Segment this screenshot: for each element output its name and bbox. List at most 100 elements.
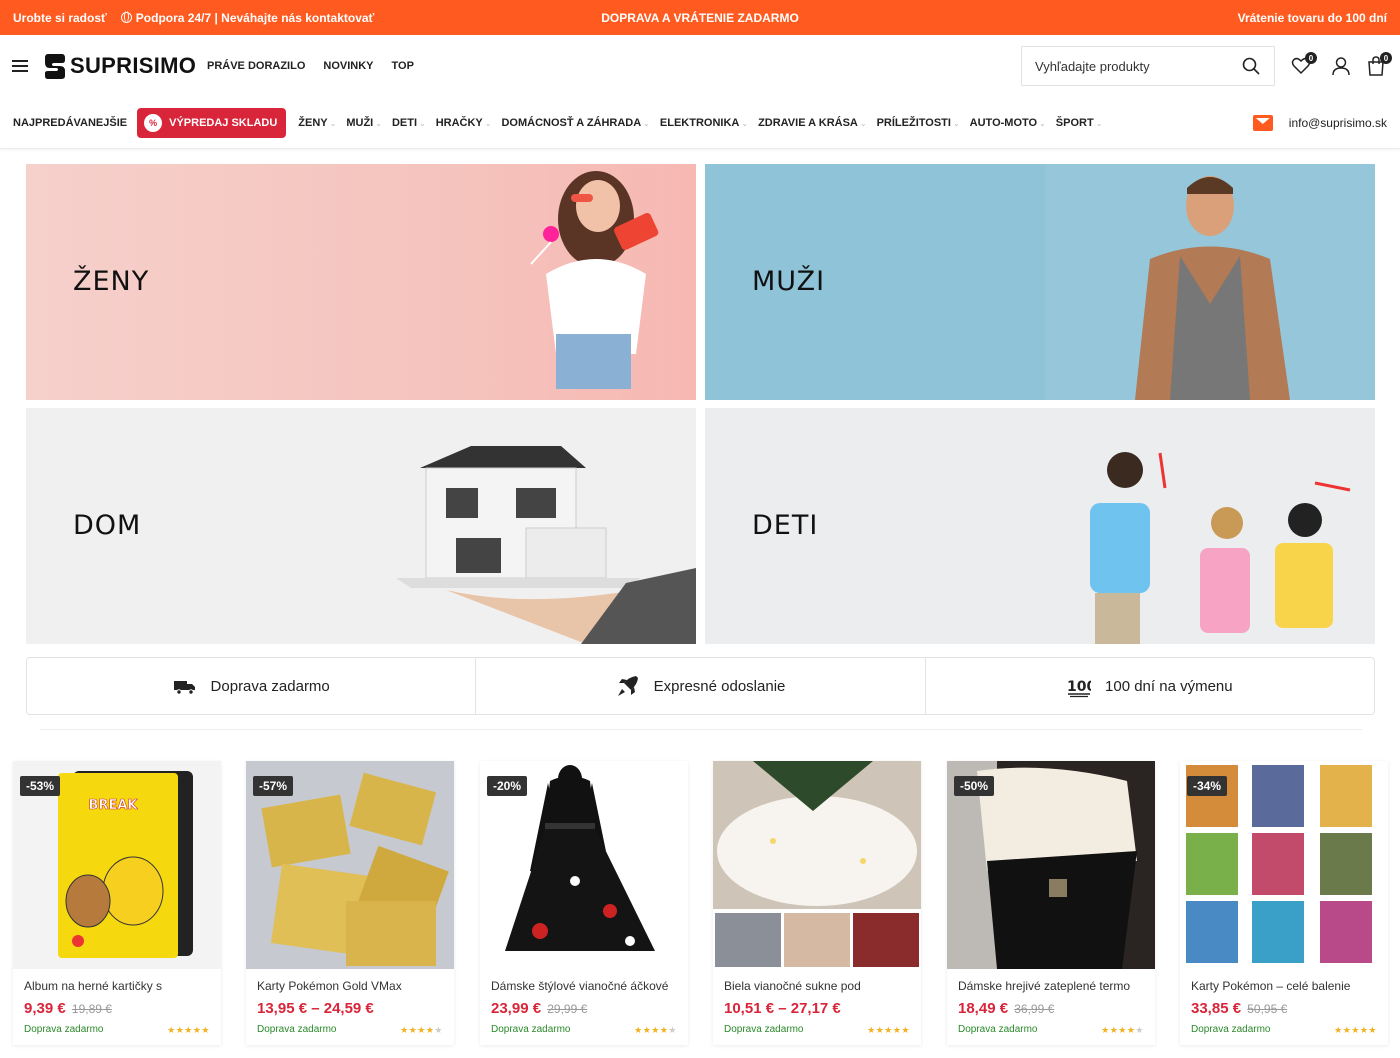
product-card[interactable]: BREAK -53% Album na herné kartičky s 9,3… bbox=[13, 761, 221, 1045]
shipping-label: Doprava zadarmo bbox=[958, 1024, 1038, 1035]
product-name[interactable]: Dámske hrejivé zateplené termo bbox=[958, 979, 1148, 993]
feature-label: 100 dní na výmenu bbox=[1105, 677, 1233, 695]
banner-label: DETI bbox=[752, 510, 819, 541]
wishlist-button[interactable]: 0 bbox=[1291, 52, 1317, 76]
shipping-label: Doprava zadarmo bbox=[24, 1024, 104, 1035]
logo-mark-icon bbox=[45, 54, 65, 79]
product-name[interactable]: Dámske štýlové vianočné áčkové bbox=[491, 979, 681, 993]
product-name[interactable]: Album na herné kartičky s bbox=[24, 979, 214, 993]
chevron-down-icon: ⌄ bbox=[329, 118, 337, 128]
user-icon bbox=[1332, 57, 1350, 76]
cat-home-garden[interactable]: DOMÁCNOSŤ A ZÁHRADA ⌄ bbox=[501, 117, 649, 129]
cat-health-beauty[interactable]: ZDRAVIE A KRÁSA ⌄ bbox=[758, 117, 867, 129]
feature-free-shipping: Doprava zadarmo bbox=[27, 658, 477, 714]
banner-women[interactable]: ŽENY bbox=[26, 164, 696, 400]
product-price: 18,49 € 36,99 € bbox=[958, 1000, 1054, 1017]
cat-kids[interactable]: DETI ⌄ bbox=[392, 117, 426, 129]
cat-men[interactable]: MUŽI ⌄ bbox=[346, 117, 382, 129]
current-price: 10,51 € – 27,17 € bbox=[724, 1000, 841, 1017]
hundred-icon: 100 bbox=[1067, 679, 1091, 698]
product-name[interactable]: Biela vianočné sukne pod bbox=[724, 979, 914, 993]
svg-text:BREAK: BREAK bbox=[89, 798, 139, 813]
banner-kids[interactable]: DETI bbox=[705, 408, 1375, 644]
search-input[interactable] bbox=[1022, 58, 1222, 74]
site-header: SUPRISIMO PRÁVE DORAZILO NOVINKY TOP 0 0 bbox=[0, 35, 1400, 99]
cat-toys[interactable]: HRAČKY ⌄ bbox=[436, 117, 492, 129]
contact-email[interactable]: info@suprisimo.sk bbox=[1252, 115, 1387, 131]
menu-icon[interactable] bbox=[12, 60, 28, 72]
cat-label: PRÍLEŽITOSTI bbox=[876, 117, 951, 129]
product-price: 9,39 € 19,89 € bbox=[24, 1000, 112, 1017]
cat-sport[interactable]: ŠPORT ⌄ bbox=[1056, 117, 1103, 129]
banner-home[interactable]: DOM bbox=[26, 408, 696, 644]
banner-men[interactable]: MUŽI bbox=[705, 164, 1375, 400]
promo-center-text[interactable]: DOPRAVA A VRÁTENIE ZADARMO bbox=[601, 11, 799, 25]
cat-women[interactable]: ŽENY ⌄ bbox=[298, 117, 336, 129]
current-price: 9,39 € bbox=[24, 1000, 66, 1017]
discount-badge: -20% bbox=[487, 776, 528, 796]
product-card[interactable]: -57% Karty Pokémon Gold VMax 13,95 € – 2… bbox=[246, 761, 454, 1045]
feature-label: Expresné odoslanie bbox=[653, 677, 786, 695]
feature-100-days: 100 100 dní na výmenu bbox=[926, 658, 1374, 714]
product-price: 33,85 € 50,95 € bbox=[1191, 1000, 1287, 1017]
product-name[interactable]: Karty Pokémon – celé balenie bbox=[1191, 979, 1381, 993]
discount-badge: -57% bbox=[253, 776, 294, 796]
category-nav: NAJPREDÁVANEJŠIE % VÝPREDAJ SKLADU ŽENY ⌄… bbox=[0, 99, 1400, 149]
shipping-label: Doprava zadarmo bbox=[257, 1024, 337, 1035]
logo[interactable]: SUPRISIMO bbox=[44, 52, 196, 80]
account-button[interactable] bbox=[1331, 56, 1351, 76]
product-price: 10,51 € – 27,17 € bbox=[724, 1000, 841, 1017]
nav-top[interactable]: TOP bbox=[392, 60, 414, 72]
rating-stars: ★★★★★ bbox=[400, 1025, 443, 1035]
rating-stars: ★★★★★ bbox=[1334, 1025, 1377, 1035]
logo-text: SUPRISIMO bbox=[70, 53, 197, 78]
product-card[interactable]: -34% Karty Pokémon – celé balenie 33,85 … bbox=[1180, 761, 1388, 1045]
discount-badge: -53% bbox=[20, 776, 61, 796]
cart-count: 0 bbox=[1380, 52, 1392, 64]
chevron-down-icon: ⌄ bbox=[741, 118, 749, 128]
wishlist-count: 0 bbox=[1305, 52, 1317, 64]
product-card[interactable]: -50% Dámske hrejivé zateplené termo 18,4… bbox=[947, 761, 1155, 1045]
cat-electronics[interactable]: ELEKTRONIKA ⌄ bbox=[660, 117, 748, 129]
divider bbox=[40, 729, 1362, 730]
cat-stock-sale[interactable]: % VÝPREDAJ SKLADU bbox=[137, 108, 287, 138]
old-price: 36,99 € bbox=[1014, 1002, 1055, 1016]
promo-left-text[interactable]: Urobte si radosť bbox=[13, 11, 107, 25]
chevron-down-icon: ⌄ bbox=[859, 118, 867, 128]
rating-stars: ★★★★★ bbox=[167, 1025, 210, 1035]
rating-stars: ★★★★★ bbox=[867, 1025, 910, 1035]
support-text: Podpora 24/7 | Neváhajte nás kontaktovať bbox=[135, 10, 375, 25]
sale-label: VÝPREDAJ SKLADU bbox=[169, 117, 278, 129]
product-name[interactable]: Karty Pokémon Gold VMax bbox=[257, 979, 447, 993]
cat-label: DETI bbox=[391, 117, 417, 129]
rocket-icon bbox=[617, 676, 638, 696]
discount-badge: -50% bbox=[954, 776, 995, 796]
cat-occasions[interactable]: PRÍLEŽITOSTI ⌄ bbox=[877, 117, 960, 129]
shipping-label: Doprava zadarmo bbox=[1191, 1024, 1271, 1035]
promo-bar: Urobte si radosť Podpora 24/7 | Neváhajt… bbox=[0, 0, 1400, 35]
cart-button[interactable]: 0 bbox=[1366, 52, 1392, 76]
feature-express: Expresné odoslanie bbox=[476, 658, 926, 714]
current-price: 13,95 € – 24,59 € bbox=[257, 1000, 374, 1017]
rating-stars: ★★★★★ bbox=[1101, 1025, 1144, 1035]
old-price: 29,99 € bbox=[547, 1002, 588, 1016]
features-bar: Doprava zadarmo Expresné odoslanie 100 1… bbox=[26, 657, 1375, 715]
nav-new[interactable]: NOVINKY bbox=[323, 60, 373, 72]
cat-auto-moto[interactable]: AUTO-MOTO ⌄ bbox=[970, 117, 1046, 129]
promo-right-text[interactable]: Vrátenie tovaru do 100 dní bbox=[1238, 11, 1387, 25]
product-image[interactable] bbox=[713, 761, 921, 969]
product-card[interactable]: -20% Dámske štýlové vianočné áčkové 23,9… bbox=[480, 761, 688, 1045]
cat-label: MUŽI bbox=[346, 117, 374, 129]
nav-just-arrived[interactable]: PRÁVE DORAZILO bbox=[207, 60, 305, 72]
cat-label: AUTO-MOTO bbox=[969, 117, 1038, 129]
rating-stars: ★★★★★ bbox=[634, 1025, 677, 1035]
cat-label: ŠPORT bbox=[1055, 117, 1094, 129]
search-icon[interactable] bbox=[1242, 57, 1260, 75]
support-link[interactable]: Podpora 24/7 | Neváhajte nás kontaktovať bbox=[120, 10, 375, 25]
globe-icon bbox=[120, 11, 132, 23]
product-card[interactable]: Biela vianočné sukne pod 10,51 € – 27,17… bbox=[713, 761, 921, 1045]
banner-label: DOM bbox=[73, 510, 142, 541]
chevron-down-icon: ⌄ bbox=[1039, 118, 1046, 128]
banner-label: MUŽI bbox=[752, 266, 826, 297]
cat-bestsellers[interactable]: NAJPREDÁVANEJŠIE bbox=[13, 117, 127, 129]
